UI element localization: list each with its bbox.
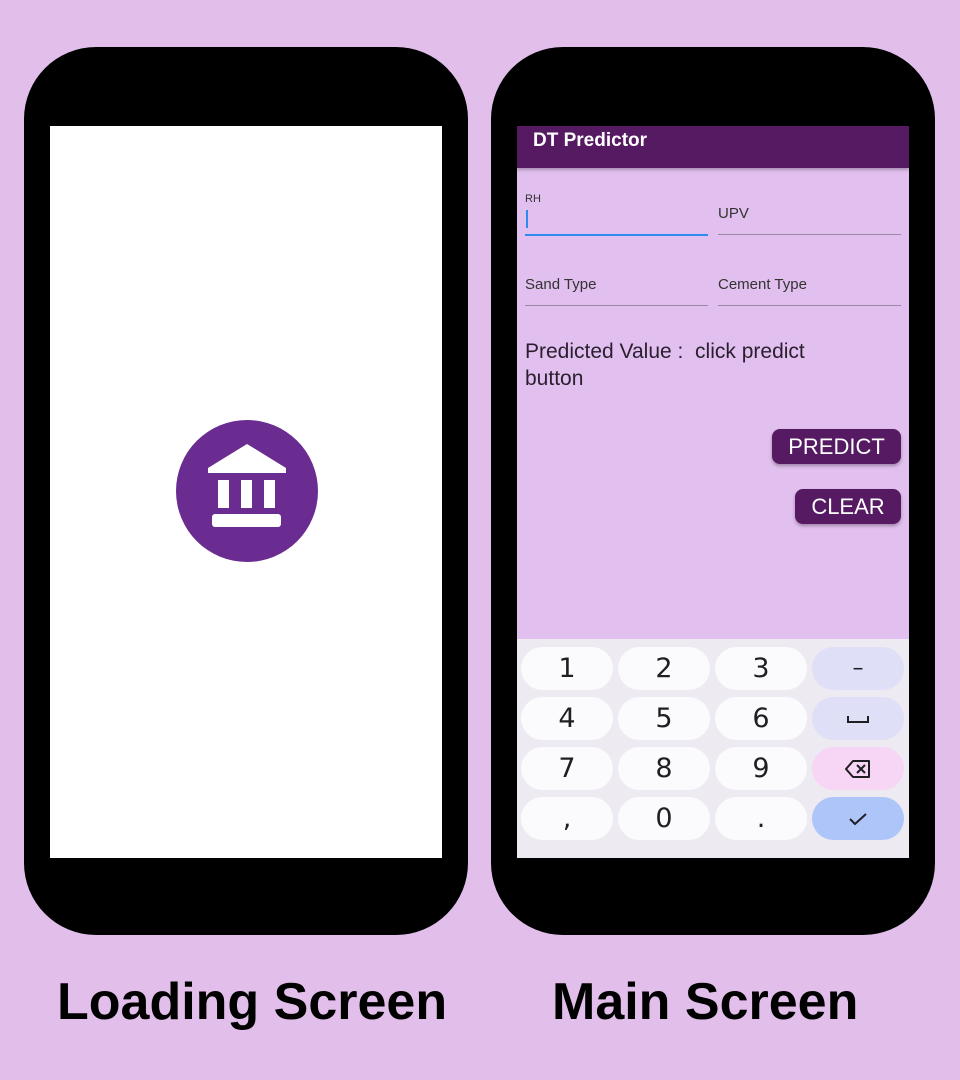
numeric-keyboard: 1 2 3 – 4 5 6 7 8 9 , 0 . [517, 639, 909, 858]
app-logo [176, 420, 318, 562]
predict-button[interactable]: PREDICT [772, 429, 901, 464]
key-3[interactable]: 3 [715, 647, 807, 690]
key-backspace[interactable] [812, 747, 904, 790]
checkmark-icon [849, 812, 867, 825]
rh-input[interactable]: RH [525, 193, 708, 236]
bank-icon [208, 444, 286, 527]
upv-input[interactable]: UPV [718, 194, 901, 235]
predicted-label: Predicted Value : [525, 340, 684, 363]
key-6[interactable]: 6 [715, 697, 807, 740]
app-bar: DT Predictor [517, 126, 909, 168]
key-4[interactable]: 4 [521, 697, 613, 740]
key-minus[interactable]: – [812, 647, 904, 690]
loading-screen [50, 126, 442, 858]
cement-type-label: Cement Type [718, 276, 807, 293]
key-comma[interactable]: , [521, 797, 613, 840]
key-space[interactable] [812, 697, 904, 740]
key-1[interactable]: 1 [521, 647, 613, 690]
key-2[interactable]: 2 [618, 647, 710, 690]
sand-type-input[interactable]: Sand Type [525, 265, 708, 306]
clear-button[interactable]: CLEAR [795, 489, 901, 524]
key-period[interactable]: . [715, 797, 807, 840]
upv-label: UPV [718, 205, 749, 222]
caption-loading-screen: Loading Screen [57, 973, 448, 1031]
key-0[interactable]: 0 [618, 797, 710, 840]
text-cursor [526, 210, 528, 228]
caption-main-screen: Main Screen [552, 973, 859, 1031]
backspace-icon [845, 759, 870, 778]
main-screen: DT Predictor RH UPV Sand Type Cement Typ… [517, 126, 909, 858]
rh-label: RH [525, 193, 541, 205]
phone-frame-main: DT Predictor RH UPV Sand Type Cement Typ… [491, 47, 935, 935]
sand-type-label: Sand Type [525, 276, 597, 293]
key-9[interactable]: 9 [715, 747, 807, 790]
cement-type-input[interactable]: Cement Type [718, 265, 901, 306]
phone-frame-loading [24, 47, 468, 935]
key-8[interactable]: 8 [618, 747, 710, 790]
key-5[interactable]: 5 [618, 697, 710, 740]
predicted-value-text: Predicted Value : click predict button [525, 338, 855, 392]
key-done[interactable] [812, 797, 904, 840]
space-icon [847, 715, 869, 723]
key-7[interactable]: 7 [521, 747, 613, 790]
app-title: DT Predictor [533, 130, 648, 151]
